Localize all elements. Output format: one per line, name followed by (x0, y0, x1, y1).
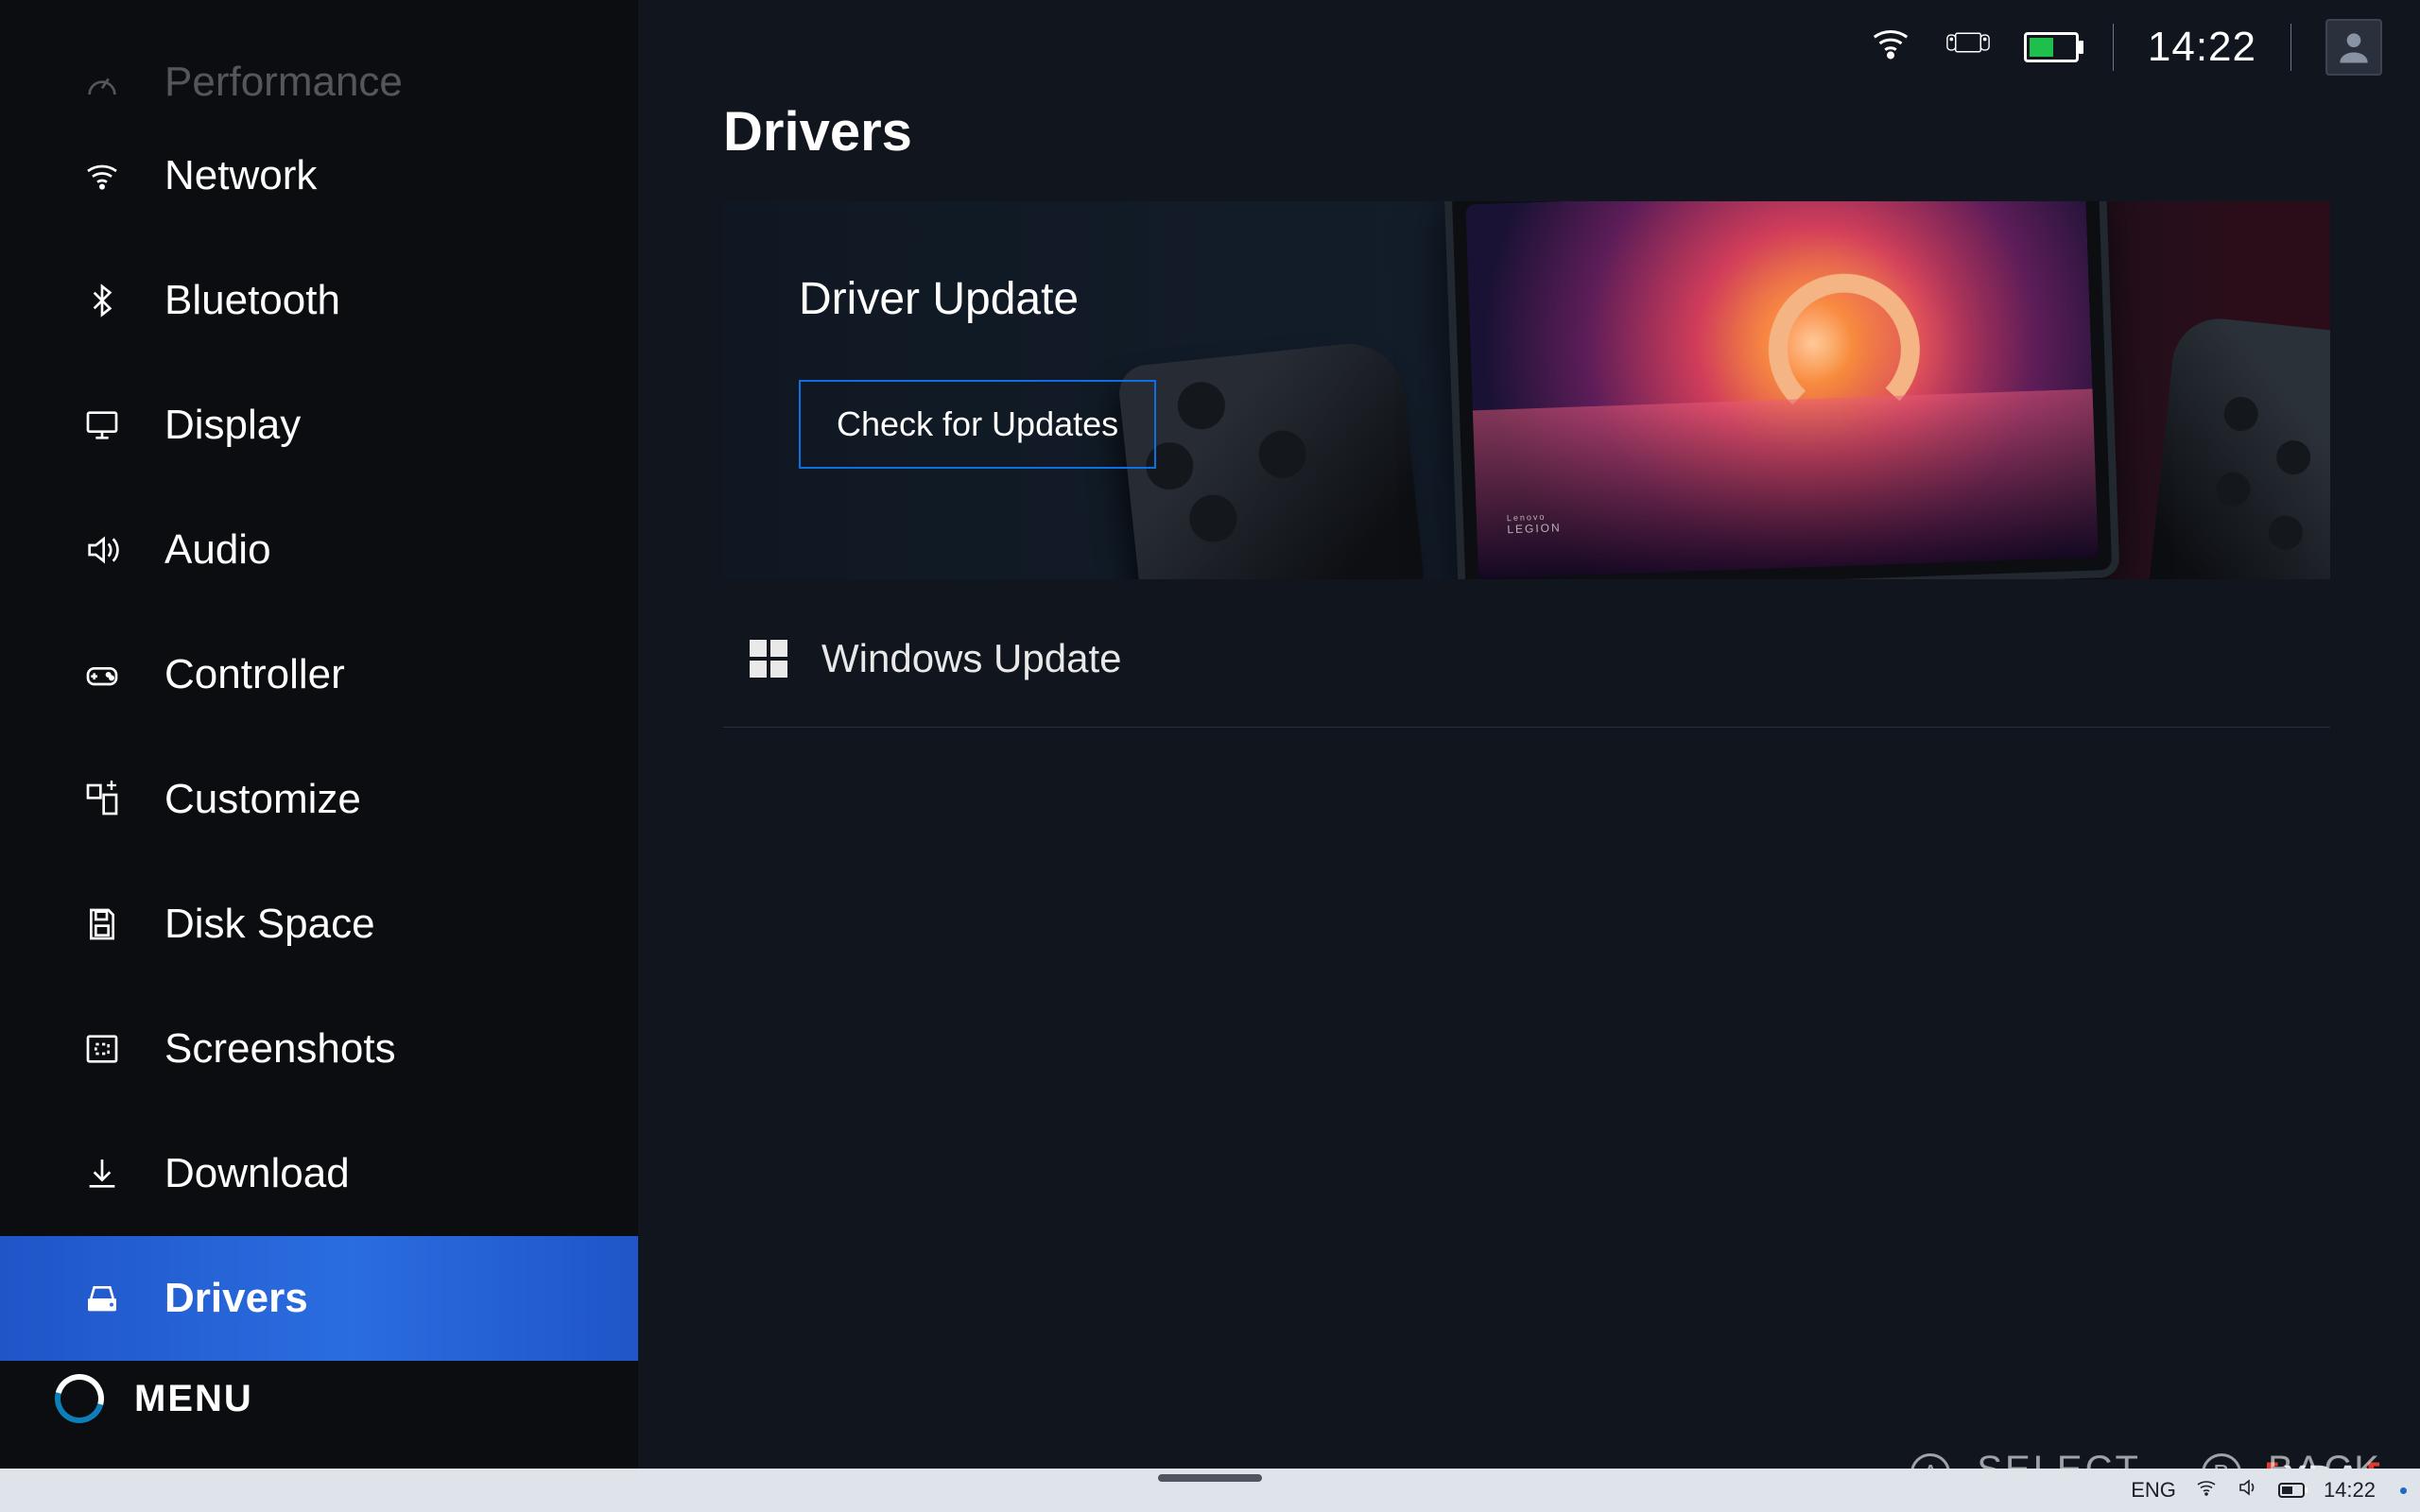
sidebar-item-customize[interactable]: Customize (0, 737, 638, 862)
legion-logo-icon (45, 1365, 112, 1432)
bluetooth-icon (81, 280, 123, 321)
sidebar-item-drivers[interactable]: Drivers (0, 1236, 638, 1361)
device-art-tablet: Lenovo LEGION (1444, 201, 2120, 579)
divider (2113, 24, 2114, 71)
tray-language[interactable]: ENG (2131, 1478, 2176, 1503)
screenshot-icon (81, 1028, 123, 1070)
profile-avatar[interactable] (2325, 19, 2382, 76)
sidebar-item-download[interactable]: Download (0, 1111, 638, 1236)
tray-time[interactable]: 14:22 (2324, 1478, 2376, 1503)
sidebar-item-controller[interactable]: Controller (0, 612, 638, 737)
system-tray[interactable]: ENG 14:22 (2131, 1469, 2407, 1512)
windows-taskbar[interactable]: ENG 14:22 (0, 1469, 2420, 1512)
sidebar-item-label: Audio (164, 526, 638, 574)
sidebar-item-screenshots[interactable]: Screenshots (0, 987, 638, 1111)
sidebar-item-performance[interactable]: Performance (0, 57, 638, 113)
check-for-updates-button[interactable]: Check for Updates (799, 380, 1156, 469)
windows-update-row[interactable]: Windows Update (723, 617, 2330, 728)
sidebar-item-bluetooth[interactable]: Bluetooth (0, 238, 638, 363)
sidebar-item-diskspace[interactable]: Disk Space (0, 862, 638, 987)
download-icon (81, 1153, 123, 1194)
sidebar-item-label: Network (164, 152, 638, 199)
customize-icon (81, 779, 123, 820)
menu-label: MENU (134, 1378, 253, 1420)
sidebar-item-label: Customize (164, 776, 638, 823)
driver-update-card: Driver Update Check for Updates Lenovo L… (723, 201, 2330, 579)
device-art-controller-right (2144, 314, 2330, 579)
device-art-controller-left (1116, 338, 1426, 579)
app-root: Performance Network Bluetooth Display Au (0, 0, 2420, 1512)
settings-sidebar: Performance Network Bluetooth Display Au (0, 0, 638, 1512)
speaker-icon (81, 529, 123, 571)
sidebar-item-network[interactable]: Network (0, 113, 638, 238)
device-brand: LEGION (1507, 521, 1562, 536)
sidebar-item-label: Bluetooth (164, 277, 638, 324)
tray-wifi-icon[interactable] (2195, 1476, 2218, 1504)
handheld-icon (1946, 21, 1990, 74)
status-bar: 14:22 (1869, 19, 2382, 76)
status-time: 14:22 (2148, 24, 2256, 71)
sidebar-item-label: Drivers (164, 1275, 638, 1322)
sidebar-item-label: Display (164, 402, 638, 449)
divider (2290, 24, 2291, 71)
wifi-status-icon (1869, 21, 1912, 74)
performance-icon (81, 64, 123, 106)
windows-icon (750, 640, 787, 678)
tray-battery-icon[interactable] (2278, 1483, 2305, 1498)
controller-icon (81, 654, 123, 696)
sidebar-item-label: Disk Space (164, 901, 638, 948)
drive-icon (81, 1278, 123, 1319)
disk-icon (81, 903, 123, 945)
sidebar-item-label: Performance (164, 59, 638, 106)
battery-status-icon (2024, 32, 2079, 62)
sidebar-item-label: Screenshots (164, 1025, 638, 1073)
sidebar-item-label: Download (164, 1150, 638, 1197)
driver-update-title: Driver Update (799, 273, 1156, 325)
sidebar-menu-button[interactable]: MENU (0, 1361, 638, 1436)
main-panel: 14:22 Drivers Driver Update Check for Up… (638, 0, 2420, 1512)
monitor-icon (81, 404, 123, 446)
page-title: Drivers (723, 100, 2378, 163)
windows-update-label: Windows Update (821, 636, 1121, 681)
sidebar-item-label: Controller (164, 651, 638, 698)
tray-volume-icon[interactable] (2237, 1476, 2259, 1504)
taskbar-grab-handle (1158, 1474, 1262, 1482)
wifi-icon (81, 155, 123, 197)
sidebar-item-audio[interactable]: Audio (0, 488, 638, 612)
tray-notification-dot[interactable] (2400, 1487, 2407, 1494)
sidebar-item-display[interactable]: Display (0, 363, 638, 488)
